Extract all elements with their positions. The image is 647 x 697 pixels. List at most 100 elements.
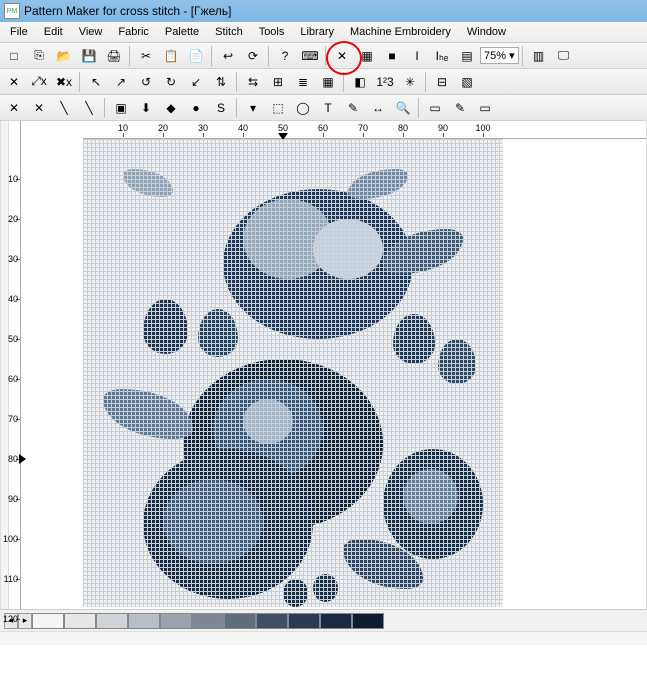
del-icon[interactable]: ✕ — [2, 71, 26, 93]
menu-view[interactable]: View — [71, 23, 111, 41]
palette-swatch[interactable] — [256, 613, 288, 629]
palette-swatch[interactable] — [128, 613, 160, 629]
zoom-dropdown-icon[interactable]: ▥ — [527, 45, 551, 67]
kbd-icon[interactable]: ⌨ — [298, 45, 322, 67]
vruler-label: 90 — [8, 494, 18, 504]
vruler-label: 50 — [8, 334, 18, 344]
back-2-icon[interactable]: ╲ — [77, 97, 101, 119]
petite-icon[interactable]: ◆ — [159, 97, 183, 119]
print-icon[interactable]: 🖨 — [102, 45, 126, 67]
select-oval-icon[interactable]: ◯ — [291, 97, 315, 119]
palette-swatch[interactable] — [160, 613, 192, 629]
canvas-area: 102030405060708090100 — [21, 121, 646, 609]
menu-library[interactable]: Library — [292, 23, 342, 41]
dropdown-icon[interactable]: ▾ — [241, 97, 265, 119]
rect-icon[interactable]: ▭ — [423, 97, 447, 119]
status-bar — [0, 631, 647, 645]
vruler-label: 80 — [8, 454, 18, 464]
menu-stitch[interactable]: Stitch — [207, 23, 251, 41]
center-icon[interactable]: ⊞ — [266, 71, 290, 93]
menu-tools[interactable]: Tools — [251, 23, 293, 41]
french-icon[interactable]: ⬇ — [134, 97, 158, 119]
numbers-icon[interactable]: 1²3 — [373, 71, 397, 93]
solid-icon[interactable]: ■ — [380, 45, 404, 67]
palette-next-icon[interactable]: ▸ — [18, 613, 32, 629]
palette-swatch[interactable] — [288, 613, 320, 629]
save-icon[interactable]: 💾 — [77, 45, 101, 67]
rot-ccw-icon[interactable]: ↺ — [134, 71, 158, 93]
line-icon[interactable]: ↔ — [366, 97, 390, 119]
pen2-icon[interactable]: ✎ — [448, 97, 472, 119]
palette-swatch[interactable] — [192, 613, 224, 629]
full-x-icon[interactable]: ✕ — [2, 97, 26, 119]
paste-special-icon[interactable]: 📄 — [184, 45, 208, 67]
window-title: Pattern Maker for cross stitch - [Гжель] — [24, 4, 231, 18]
ruler-horizontal: 102030405060708090100 — [83, 121, 646, 139]
vruler-label: 40 — [8, 294, 18, 304]
hatch-icon[interactable]: ▧ — [455, 71, 479, 93]
v-mirror-icon[interactable]: ⇅ — [209, 71, 233, 93]
text-icon[interactable]: T — [316, 97, 340, 119]
cut-icon[interactable]: ✂ — [134, 45, 158, 67]
h-mirror-icon[interactable]: ⇆ — [241, 71, 265, 93]
new-icon[interactable]: □ — [2, 45, 26, 67]
palette-icon[interactable]: ▦ — [316, 71, 340, 93]
palette-swatch[interactable] — [96, 613, 128, 629]
shape-icon[interactable]: ▭ — [473, 97, 497, 119]
grid-toggle-icon[interactable]: ⊟ — [430, 71, 454, 93]
canvas[interactable] — [83, 139, 503, 607]
italic-icon[interactable]: I — [405, 45, 429, 67]
special-icon[interactable]: ● — [184, 97, 208, 119]
palette-swatch[interactable] — [32, 613, 64, 629]
vruler-label: 110 — [4, 574, 18, 584]
help-icon[interactable]: ? — [273, 45, 297, 67]
back-1-icon[interactable]: ╲ — [52, 97, 76, 119]
vruler-label: 20 — [8, 214, 18, 224]
menu-palette[interactable]: Palette — [157, 23, 207, 41]
view-symbols-icon[interactable]: ▤ — [455, 45, 479, 67]
redo-icon[interactable]: ⟳ — [241, 45, 265, 67]
color-palette: ◂▸ — [0, 609, 647, 631]
highlight-icon[interactable]: ✳ — [398, 71, 422, 93]
full-stitch-icon[interactable]: ✕ — [330, 45, 354, 67]
color-mode-icon[interactable]: ◧ — [348, 71, 372, 93]
hruler-label: 70 — [358, 123, 368, 133]
grid-icon[interactable]: ▦ — [355, 45, 379, 67]
sw-icon[interactable]: ↙ — [184, 71, 208, 93]
bead-icon[interactable]: ▣ — [109, 97, 133, 119]
menu-file[interactable]: File — [2, 23, 36, 41]
align-icon[interactable]: ≣ — [291, 71, 315, 93]
copy-icon[interactable]: ⎘ — [27, 45, 51, 67]
menubar: FileEditViewFabricPaletteStitchToolsLibr… — [0, 22, 647, 43]
zoom-select[interactable]: 75% ▾ — [480, 47, 519, 64]
nw-icon[interactable]: ↖ — [84, 71, 108, 93]
menu-window[interactable]: Window — [459, 23, 514, 41]
palette-swatch[interactable] — [224, 613, 256, 629]
toolbar-3: ✕✕╲╲▣⬇◆●S▾⬚◯T✎↔🔍▭✎▭ — [0, 95, 647, 121]
select-rect-icon[interactable]: ⬚ — [266, 97, 290, 119]
specialty-icon[interactable]: S — [209, 97, 233, 119]
menu-edit[interactable]: Edit — [36, 23, 71, 41]
flip-h-icon[interactable]: ⤢x — [27, 71, 51, 93]
undo-icon[interactable]: ↩ — [216, 45, 240, 67]
fit-icon[interactable]: 🖵 — [552, 45, 576, 67]
freehand-icon[interactable]: ✎ — [341, 97, 365, 119]
zoom-icon[interactable]: 🔍 — [391, 97, 415, 119]
palette-swatch[interactable] — [320, 613, 352, 629]
paste-icon[interactable]: 📋 — [159, 45, 183, 67]
half-x-icon[interactable]: ✕ — [27, 97, 51, 119]
palette-swatch[interactable] — [64, 613, 96, 629]
menu-machine-embroidery[interactable]: Machine Embroidery — [342, 23, 459, 41]
flip-v-icon[interactable]: ✖x — [52, 71, 76, 93]
ne-icon[interactable]: ↗ — [109, 71, 133, 93]
vruler-label: 60 — [8, 374, 18, 384]
hruler-label: 60 — [318, 123, 328, 133]
palette-swatch[interactable] — [352, 613, 384, 629]
rot-cw-icon[interactable]: ↻ — [159, 71, 183, 93]
menu-fabric[interactable]: Fabric — [110, 23, 157, 41]
backstitch-icon[interactable]: Iₕₑ — [430, 45, 454, 67]
open-icon[interactable]: 📂 — [52, 45, 76, 67]
hruler-label: 20 — [158, 123, 168, 133]
toolbar-1: □⎘📂💾🖨 ✂📋📄 ↩⟳?⌨ ✕▦■IIₕₑ▤75% ▾ ▥🖵 — [0, 43, 647, 69]
vruler-label: 30 — [8, 254, 18, 264]
